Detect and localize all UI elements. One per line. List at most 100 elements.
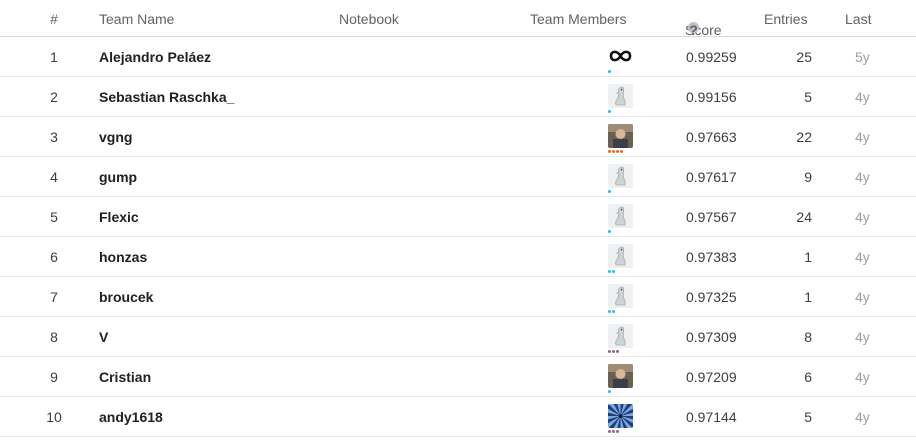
rank-cell: 2 (50, 89, 58, 105)
table-row[interactable]: 4 gump 0.97617 9 4y (0, 157, 916, 197)
rank-cell: 6 (50, 249, 58, 265)
tier-dots (608, 390, 612, 393)
tier-dot (608, 350, 611, 353)
tier-dot (608, 270, 611, 273)
team-name-header[interactable]: Team Name (99, 11, 174, 27)
tier-dot (608, 430, 611, 433)
tier-dots (608, 270, 616, 273)
entries-cell: 5 (804, 409, 812, 425)
tier-dot (612, 150, 615, 153)
tier-dot (616, 430, 619, 433)
tier-dot (612, 430, 615, 433)
default-avatar[interactable] (608, 284, 633, 308)
rank-cell: 10 (46, 409, 62, 425)
team-members-header: Team Members (530, 11, 627, 27)
team-name-link[interactable]: andy1618 (99, 409, 163, 425)
table-row[interactable]: 2 Sebastian Raschka_ 0.99156 5 4y (0, 77, 916, 117)
score-cell: 0.97144 (686, 409, 737, 425)
last-submission-cell: 4y (855, 89, 870, 105)
tier-dot (616, 150, 619, 153)
score-cell: 0.97663 (686, 129, 737, 145)
photo-avatar[interactable] (608, 124, 633, 148)
table-row[interactable]: 5 Flexic 0.97567 24 4y (0, 197, 916, 237)
pattern-avatar[interactable] (608, 404, 633, 428)
last-submission-cell: 4y (855, 169, 870, 185)
table-row[interactable]: 8 V 0.97309 8 4y (0, 317, 916, 357)
score-cell: 0.97617 (686, 169, 737, 185)
last-submission-cell: 4y (855, 209, 870, 225)
score-cell: 0.97309 (686, 329, 737, 345)
rank-cell: 4 (50, 169, 58, 185)
last-header[interactable]: Last (845, 11, 871, 27)
tier-dots (608, 310, 616, 313)
score-cell: 0.97383 (686, 249, 737, 265)
team-name-link[interactable]: vgng (99, 129, 132, 145)
entries-cell: 24 (796, 209, 812, 225)
tier-dot (608, 230, 611, 233)
score-cell: 0.97209 (686, 369, 737, 385)
leaderboard-rows: 1 Alejandro Peláez 0.99259 25 5y 2 Sebastian R… (0, 37, 916, 437)
last-submission-cell: 4y (855, 329, 870, 345)
table-row[interactable]: 3 vgng 0.97663 22 4y (0, 117, 916, 157)
entries-cell: 5 (804, 89, 812, 105)
tier-dot (612, 270, 615, 273)
tier-dot (620, 150, 623, 153)
entries-header[interactable]: Entries (764, 11, 808, 27)
last-submission-cell: 4y (855, 129, 870, 145)
team-name-link[interactable]: Alejandro Peláez (99, 49, 211, 65)
table-row[interactable]: 9 Cristian 0.97209 6 4y (0, 357, 916, 397)
team-name-link[interactable]: Cristian (99, 369, 151, 385)
default-avatar[interactable] (608, 244, 633, 268)
tier-dot (612, 350, 615, 353)
default-avatar[interactable] (608, 324, 633, 348)
table-row[interactable]: 10 andy1618 0.97144 5 4y (0, 397, 916, 437)
rank-cell: 5 (50, 209, 58, 225)
help-icon[interactable]: ? (688, 22, 699, 38)
tier-dots (608, 110, 612, 113)
last-submission-cell: 4y (855, 289, 870, 305)
team-name-link[interactable]: gump (99, 169, 137, 185)
tier-dots (608, 430, 620, 433)
table-row[interactable]: 7 broucek 0.97325 1 4y (0, 277, 916, 317)
notebook-header: Notebook (339, 11, 399, 27)
last-submission-cell: 4y (855, 409, 870, 425)
tier-dot (608, 70, 611, 73)
tier-dots (608, 190, 612, 193)
score-cell: 0.99156 (686, 89, 737, 105)
infinity-logo[interactable] (608, 44, 633, 68)
last-submission-cell: 5y (855, 49, 870, 65)
team-name-link[interactable]: honzas (99, 249, 147, 265)
default-avatar[interactable] (608, 164, 633, 188)
rank-cell: 1 (50, 49, 58, 65)
tier-dots (608, 150, 624, 153)
entries-cell: 25 (796, 49, 812, 65)
photo-avatar[interactable] (608, 364, 633, 388)
team-name-link[interactable]: V (99, 329, 108, 345)
score-cell: 0.97567 (686, 209, 737, 225)
rank-cell: 7 (50, 289, 58, 305)
leaderboard-header: # Team Name Notebook Team Members Score?… (0, 0, 916, 38)
tier-dot (608, 310, 611, 313)
team-name-link[interactable]: Sebastian Raschka_ (99, 89, 234, 105)
rank-cell: 3 (50, 129, 58, 145)
entries-cell: 9 (804, 169, 812, 185)
default-avatar[interactable] (608, 204, 633, 228)
tier-dot (616, 350, 619, 353)
rank-header[interactable]: # (0, 11, 108, 27)
default-avatar[interactable] (608, 84, 633, 108)
table-row[interactable]: 6 honzas 0.97383 1 4y (0, 237, 916, 277)
rank-cell: 8 (50, 329, 58, 345)
tier-dots (608, 230, 612, 233)
score-cell: 0.99259 (686, 49, 737, 65)
entries-cell: 8 (804, 329, 812, 345)
tier-dot (612, 310, 615, 313)
leaderboard: # Team Name Notebook Team Members Score?… (0, 0, 916, 437)
entries-cell: 1 (804, 289, 812, 305)
table-row[interactable]: 1 Alejandro Peláez 0.99259 25 5y (0, 37, 916, 77)
rank-cell: 9 (50, 369, 58, 385)
tier-dot (608, 190, 611, 193)
tier-dot (608, 150, 611, 153)
team-name-link[interactable]: Flexic (99, 209, 139, 225)
entries-cell: 6 (804, 369, 812, 385)
team-name-link[interactable]: broucek (99, 289, 153, 305)
